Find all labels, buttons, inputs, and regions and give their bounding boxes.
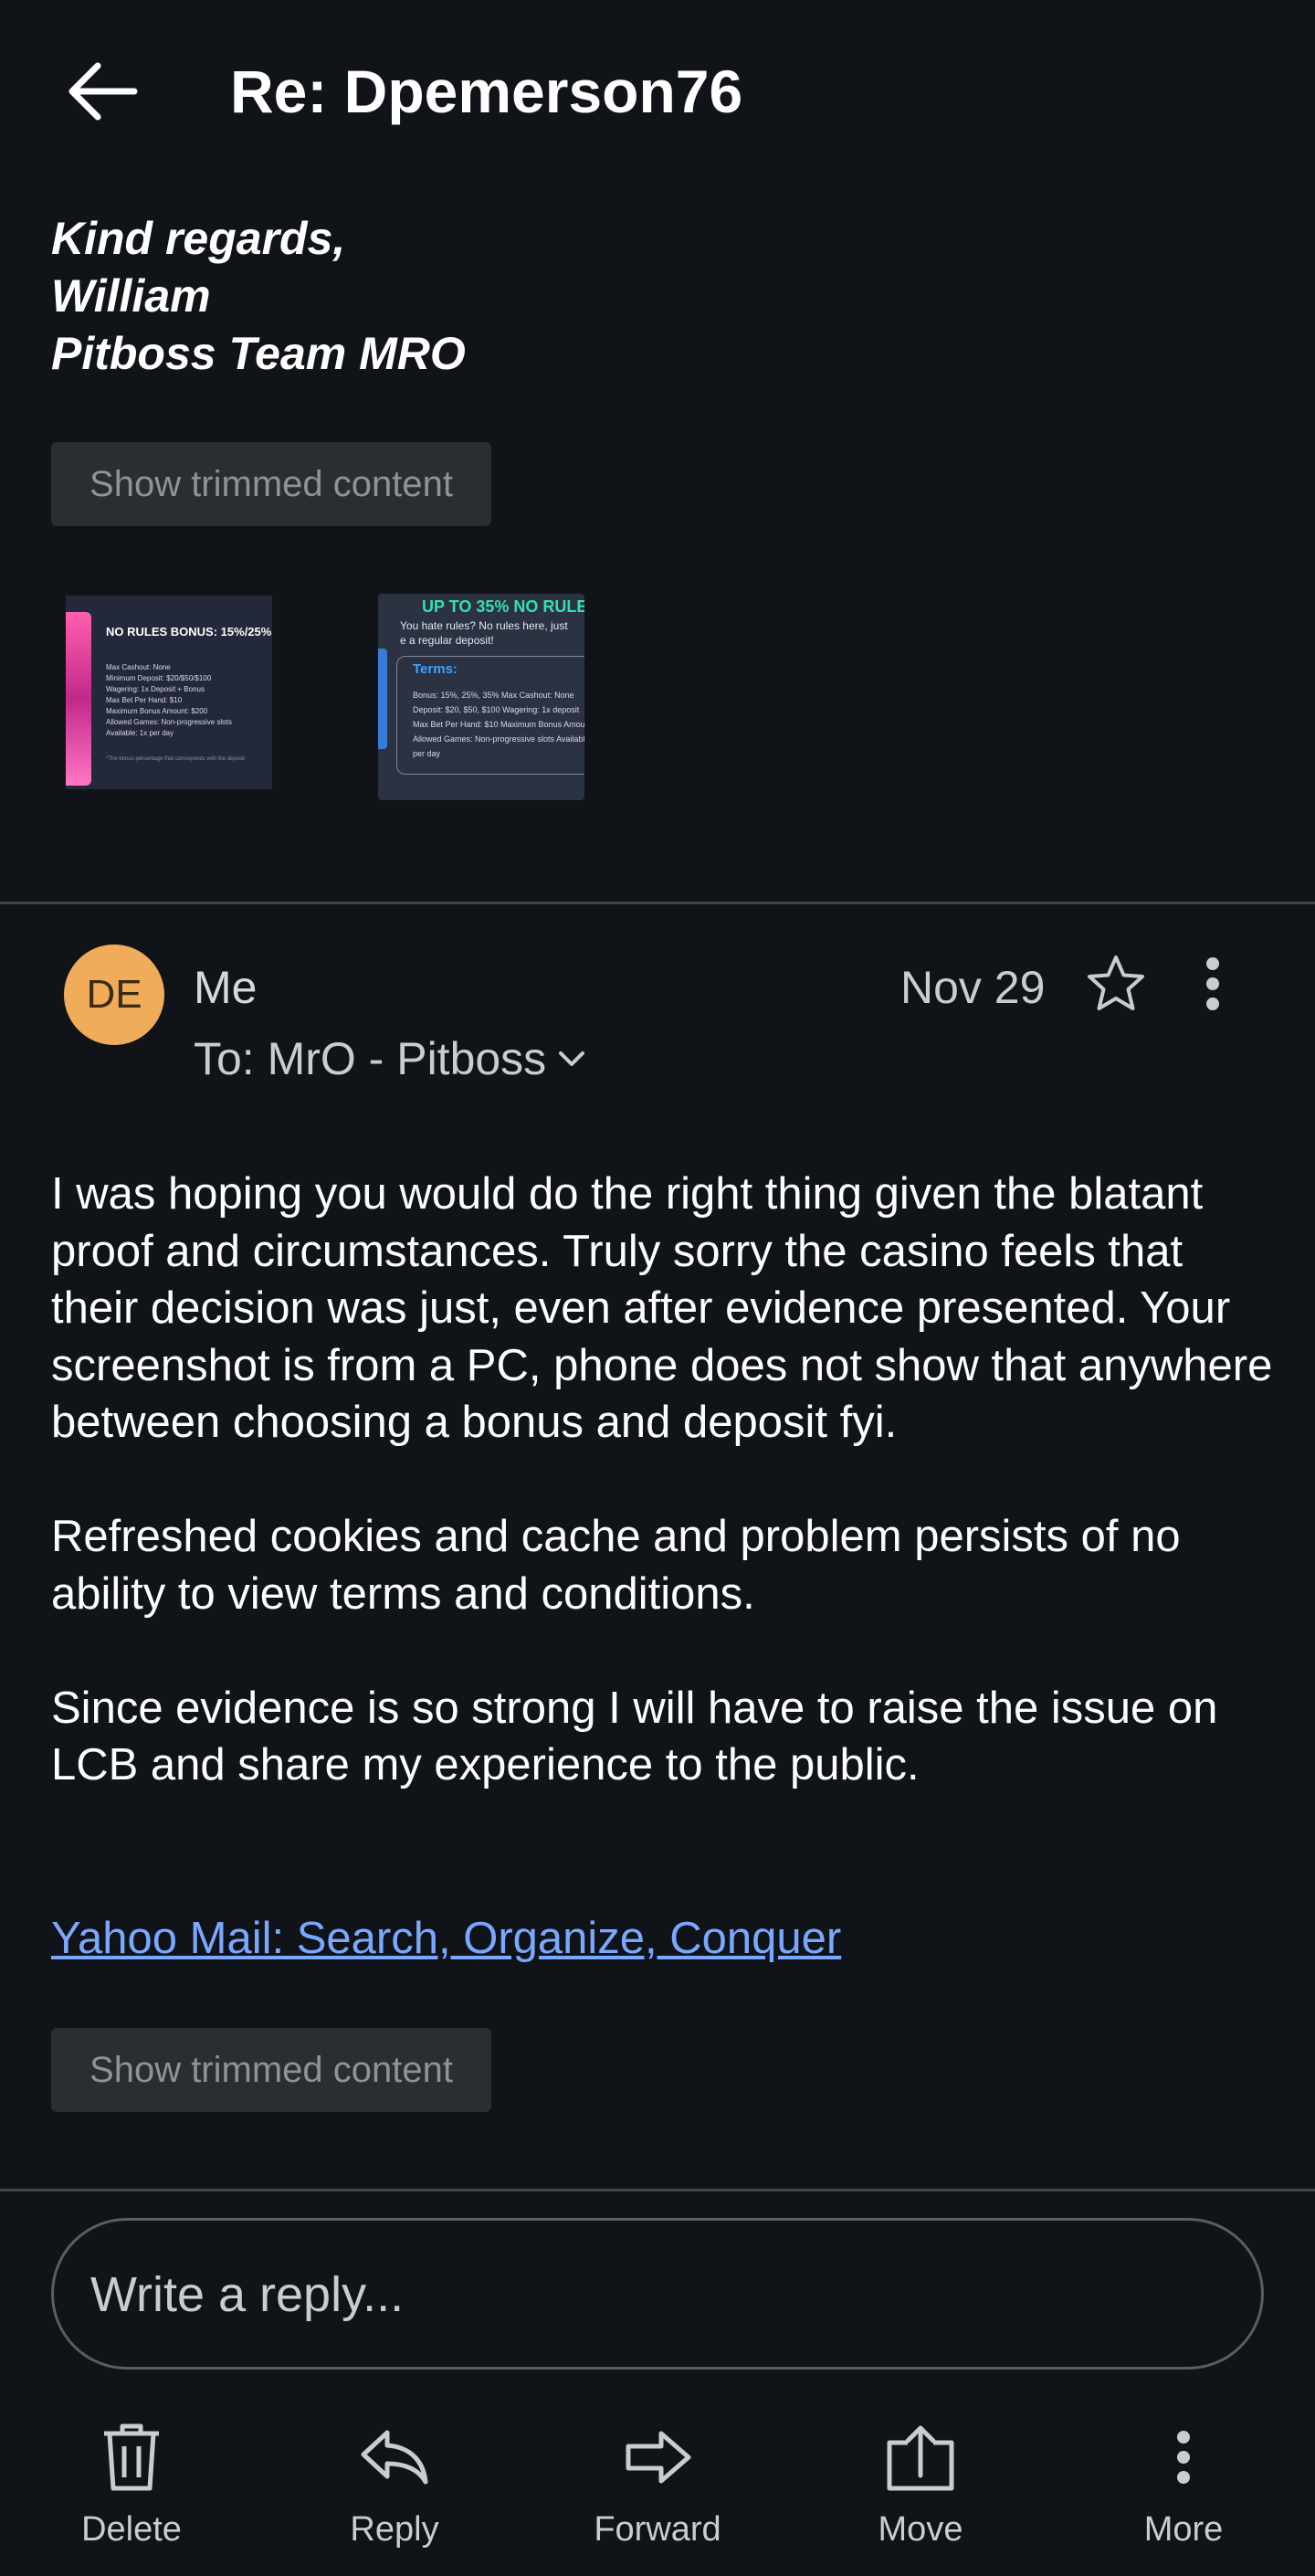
header-bar: Re: Dpemerson76 xyxy=(0,0,1315,183)
move-label: Move xyxy=(878,2510,963,2549)
chevron-down-icon xyxy=(553,1040,590,1077)
reply-divider xyxy=(0,2189,1315,2191)
message-date: Nov 29 xyxy=(900,962,1046,1013)
body-paragraph: Since evidence is so strong I will have … xyxy=(51,1683,1218,1790)
message-divider xyxy=(0,902,1315,904)
star-icon xyxy=(1088,955,1144,1010)
attachment-thumbnail[interactable]: UP TO 35% NO RULES You hate rules? No ru… xyxy=(378,594,584,800)
sender-name: Me xyxy=(194,962,258,1013)
forward-label: Forward xyxy=(594,2510,721,2549)
thumbnail-line: Deposit: $20, $50, $100 Wagering: 1x dep… xyxy=(413,705,580,714)
signature-line: William xyxy=(51,270,211,322)
recipients-toggle[interactable]: To: MrO - Pitboss xyxy=(194,1032,590,1085)
show-trimmed-content-button[interactable]: Show trimmed content xyxy=(51,2028,491,2112)
show-trimmed-content-button[interactable]: Show trimmed content xyxy=(51,442,491,526)
reply-label: Reply xyxy=(350,2510,439,2549)
trash-icon xyxy=(104,2423,159,2491)
signature-line: Kind regards, xyxy=(51,213,346,264)
forward-icon xyxy=(626,2431,691,2484)
recipient-label: To: MrO - Pitboss xyxy=(194,1033,547,1084)
thumbnail-line: Wagering: 1x Deposit + Bonus xyxy=(106,685,205,693)
thumbnail-graphic xyxy=(378,649,387,749)
body-paragraph: I was hoping you would do the right thin… xyxy=(51,1169,1273,1447)
avatar[interactable]: DE xyxy=(64,945,164,1045)
reply-button[interactable]: Reply xyxy=(303,2412,486,2567)
thumbnail-line: Minimum Deposit: $20/$50/$100 xyxy=(106,674,212,682)
forward-button[interactable]: Forward xyxy=(566,2412,749,2567)
more-label: More xyxy=(1143,2510,1224,2549)
move-icon xyxy=(887,2425,954,2491)
thumbnail-line: Available: 1x per day xyxy=(106,729,174,737)
message-body: I was hoping you would do the right thin… xyxy=(51,1166,1275,1851)
thumbnail-heading: NO RULES BONUS: 15%/25% xyxy=(106,625,272,639)
email-subject-title: Re: Dpemerson76 xyxy=(230,58,743,125)
thumbnail-subtitle: e a regular deposit! xyxy=(400,634,494,647)
thumbnail-line: Max Cashout: None xyxy=(106,663,171,671)
delete-button[interactable]: Delete xyxy=(40,2412,223,2567)
signature-line: Pitboss Team MRO xyxy=(51,328,466,379)
more-vertical-icon xyxy=(1206,957,1219,1010)
thumbnail-terms-label: Terms: xyxy=(413,661,458,677)
signature-block: Kind regards, William Pitboss Team MRO xyxy=(51,210,466,383)
thumbnail-line: Allowed Games: Non-progressive slots Ava… xyxy=(413,734,584,744)
thumbnail-line: Bonus: 15%, 25%, 35% Max Cashout: None xyxy=(413,691,574,700)
thumbnail-line: Max Bet Per Hand: $10 Maximum Bonus Amou… xyxy=(413,720,584,729)
yahoo-mail-link[interactable]: Yahoo Mail: Search, Organize, Conquer xyxy=(51,1913,841,1964)
reply-input[interactable]: Write a reply... xyxy=(51,2218,1264,2370)
back-button[interactable] xyxy=(51,46,152,137)
thumbnail-line: Maximum Bonus Amount: $200 xyxy=(106,707,208,715)
move-button[interactable]: Move xyxy=(829,2412,1012,2567)
thumbnail-line: per day xyxy=(413,749,441,758)
bottom-toolbar: Delete Reply Forward Move More xyxy=(0,2412,1315,2576)
thumbnail-footnote: *The bonus percentage that corresponds w… xyxy=(106,756,246,762)
message-more-button[interactable] xyxy=(1187,950,1238,1018)
thumbnail-graphic xyxy=(66,612,91,786)
body-paragraph: Refreshed cookies and cache and problem … xyxy=(51,1512,1181,1619)
thumbnail-subtitle: You hate rules? No rules here, just xyxy=(400,619,568,632)
thumbnail-line: Max Bet Per Hand: $10 xyxy=(106,696,183,704)
star-button[interactable] xyxy=(1083,950,1149,1016)
delete-label: Delete xyxy=(81,2510,182,2549)
reply-placeholder: Write a reply... xyxy=(90,2267,405,2322)
attachment-thumbnail[interactable]: NO RULES BONUS: 15%/25% Max Cashout: Non… xyxy=(66,596,272,789)
thumbnail-line: Allowed Games: Non-progressive slots xyxy=(106,718,232,726)
thumbnail-heading: UP TO 35% NO RULES xyxy=(422,597,584,616)
arrow-left-icon xyxy=(68,62,138,121)
more-button[interactable]: More xyxy=(1092,2412,1275,2567)
reply-icon xyxy=(361,2430,428,2485)
more-vertical-icon xyxy=(1177,2431,1190,2484)
